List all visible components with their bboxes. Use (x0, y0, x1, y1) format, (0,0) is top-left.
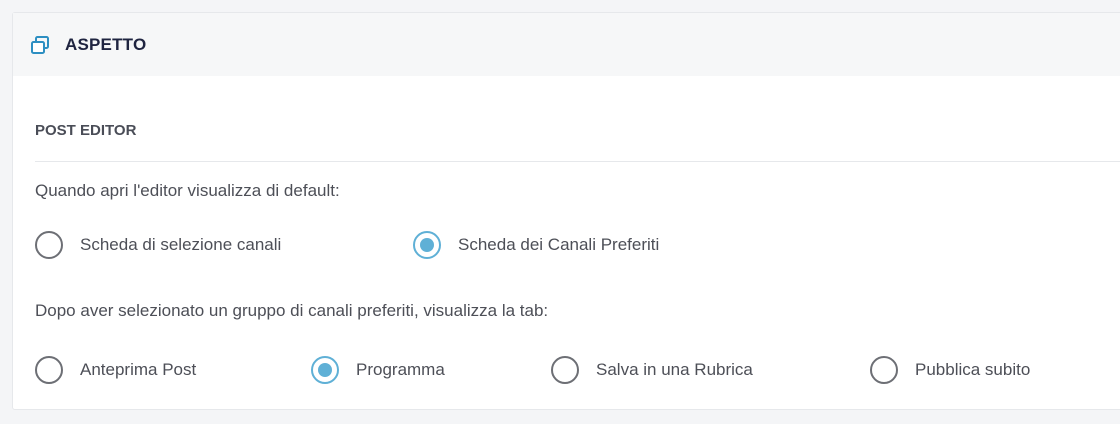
radio-button-unchecked[interactable] (35, 231, 63, 259)
radio-button-unchecked[interactable] (551, 356, 579, 384)
radio-option-favorite-channels[interactable]: Scheda dei Canali Preferiti (413, 231, 659, 259)
radio-button-checked[interactable] (413, 231, 441, 259)
radio-option-publish-now[interactable]: Pubblica subito (870, 356, 1030, 384)
radio-button-unchecked[interactable] (870, 356, 898, 384)
radio-label: Programma (356, 360, 445, 379)
editor-default-question: Quando apri l'editor visualizza di defau… (35, 181, 340, 200)
card-title: ASPETTO (65, 34, 147, 54)
favorite-tab-question: Dopo aver selezionato un gruppo di canal… (35, 301, 549, 320)
radio-option-schedule[interactable]: Programma (311, 356, 551, 384)
radio-dot (420, 238, 434, 252)
editor-default-radio-group: Scheda di selezione canali Scheda dei Ca… (35, 230, 1120, 260)
card-body: POST EDITOR Quando apri l'editor visuali… (13, 121, 1120, 385)
section-title: POST EDITOR (35, 122, 137, 139)
card-header: ASPETTO (13, 13, 1120, 76)
radio-option-save-rubric[interactable]: Salva in una Rubrica (551, 356, 870, 384)
windows-icon (29, 34, 51, 56)
radio-label: Pubblica subito (915, 360, 1031, 379)
radio-option-preview-post[interactable]: Anteprima Post (35, 356, 311, 384)
radio-button-unchecked[interactable] (35, 356, 63, 384)
radio-label: Scheda dei Canali Preferiti (458, 235, 660, 254)
radio-dot (318, 363, 332, 377)
radio-label: Scheda di selezione canali (80, 235, 282, 254)
radio-option-channel-selection[interactable]: Scheda di selezione canali (35, 231, 413, 259)
radio-button-checked[interactable] (311, 356, 339, 384)
radio-label: Salva in una Rubrica (596, 360, 753, 379)
appearance-card: ASPETTO POST EDITOR Quando apri l'editor… (12, 12, 1120, 410)
favorite-tab-radio-group: Anteprima Post Programma Salva in una Ru… (35, 355, 1120, 385)
radio-label: Anteprima Post (80, 360, 197, 379)
section-divider (35, 161, 1120, 162)
